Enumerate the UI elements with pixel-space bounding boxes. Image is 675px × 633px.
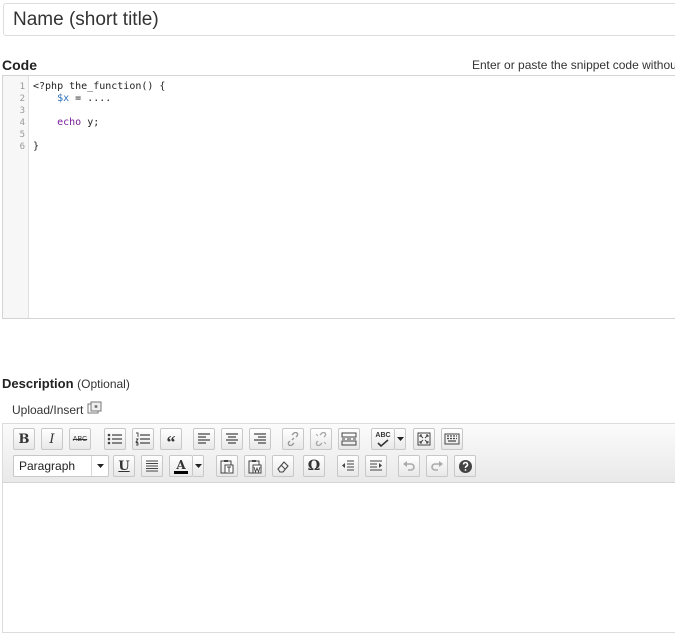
strikethrough-icon: ABC	[72, 435, 88, 443]
blockquote-icon: “	[166, 432, 176, 452]
align-right-icon	[254, 433, 266, 444]
align-right-button[interactable]	[249, 428, 271, 450]
editor-toolbar: B I ABC “ ABC Paragraph U A Ω	[3, 424, 675, 483]
line-number: 4	[19, 118, 25, 128]
spellcheck-label: ABC	[375, 431, 391, 439]
code-token: echo	[57, 117, 82, 128]
justify-icon	[146, 460, 158, 472]
add-media-icon	[87, 401, 103, 418]
toolbar-toggle-button[interactable]	[441, 428, 463, 450]
checkmark-icon	[377, 438, 389, 447]
fullscreen-button[interactable]	[413, 428, 435, 450]
redo-button[interactable]	[426, 455, 448, 477]
code-text-area[interactable]: <?php the_function() { $x = .... echo y;…	[33, 81, 165, 153]
justify-button[interactable]	[141, 455, 163, 477]
chevron-down-icon	[194, 464, 202, 468]
code-line: <?php the_function() {	[33, 81, 165, 93]
description-title: Description	[2, 376, 74, 391]
kitchen-sink-icon	[444, 433, 460, 445]
code-token: = ....	[69, 93, 112, 104]
line-number: 6	[19, 142, 25, 152]
line-number: 3	[19, 106, 25, 116]
clear-formatting-button[interactable]	[272, 455, 294, 477]
unlink-icon	[315, 432, 327, 446]
code-token: $x	[57, 93, 70, 104]
omega-icon: Ω	[307, 458, 321, 474]
paragraph-format-select[interactable]: Paragraph	[13, 455, 109, 477]
redo-icon	[431, 461, 443, 471]
line-number: 5	[19, 130, 25, 140]
bulleted-list-button[interactable]	[104, 428, 126, 450]
code-hint: Enter or paste the snippet code withou	[472, 58, 675, 72]
align-left-icon	[198, 433, 210, 444]
underline-icon: U	[118, 458, 130, 474]
link-icon	[287, 432, 299, 446]
snippet-title-input[interactable]	[3, 3, 675, 36]
unlink-button[interactable]	[310, 428, 332, 450]
fullscreen-icon	[417, 432, 431, 446]
description-label: Description (Optional)	[2, 376, 130, 391]
description-optional: (Optional)	[77, 377, 130, 391]
code-token: y;	[81, 117, 100, 128]
bulleted-list-icon	[107, 433, 122, 445]
outdent-button[interactable]	[337, 455, 359, 477]
help-icon	[458, 459, 472, 473]
paragraph-select-value: Paragraph	[19, 459, 76, 473]
upload-insert-button[interactable]: Upload/Insert	[12, 401, 103, 418]
chevron-down-icon	[91, 456, 108, 476]
numbered-list-icon	[135, 432, 150, 446]
insert-more-button[interactable]	[338, 428, 360, 450]
code-line: $x = ....	[33, 93, 165, 105]
read-more-icon	[341, 432, 357, 446]
code-line: echo y;	[33, 117, 165, 129]
bold-button[interactable]: B	[13, 428, 35, 450]
chevron-down-icon	[396, 437, 404, 441]
code-label: Code	[2, 57, 37, 73]
eraser-icon	[277, 461, 289, 473]
description-content-area[interactable]	[3, 483, 675, 632]
align-left-button[interactable]	[193, 428, 215, 450]
paste-text-button[interactable]	[216, 455, 238, 477]
undo-button[interactable]	[398, 455, 420, 477]
undo-icon	[403, 461, 415, 471]
align-center-icon	[226, 433, 238, 444]
line-number: 2	[19, 94, 25, 104]
paste-text-icon	[220, 459, 234, 473]
numbered-list-button[interactable]	[132, 428, 154, 450]
indent-icon	[370, 460, 382, 471]
spellcheck-dropdown[interactable]	[395, 428, 406, 450]
line-number: 1	[19, 82, 25, 92]
underline-button[interactable]: U	[113, 455, 135, 477]
description-editor: B I ABC “ ABC Paragraph U A Ω	[2, 423, 675, 633]
line-number-gutter: 1 2 3 4 5 6	[3, 76, 29, 318]
align-center-button[interactable]	[221, 428, 243, 450]
code-token: }	[33, 141, 40, 152]
blockquote-button[interactable]: “	[160, 428, 182, 452]
italic-button[interactable]: I	[41, 428, 63, 450]
text-color-swatch	[174, 470, 188, 474]
special-character-button[interactable]: Ω	[303, 455, 325, 477]
italic-icon: I	[49, 431, 55, 447]
code-editor[interactable]: 1 2 3 4 5 6 <?php the_function() { $x = .... …	[2, 75, 675, 319]
strikethrough-button[interactable]: ABC	[69, 428, 91, 450]
spellcheck-button[interactable]: ABC	[371, 428, 395, 450]
paste-word-button[interactable]	[244, 455, 266, 477]
insert-link-button[interactable]	[282, 428, 304, 450]
paste-word-icon	[248, 459, 262, 473]
help-button[interactable]	[454, 455, 476, 477]
text-color-icon: A	[176, 457, 186, 472]
code-token: <?php the_function() {	[33, 81, 166, 92]
code-line: }	[33, 141, 165, 153]
indent-button[interactable]	[365, 455, 387, 477]
text-color-dropdown[interactable]	[193, 455, 204, 477]
text-color-button[interactable]: A	[169, 455, 193, 477]
bold-icon: B	[18, 431, 30, 447]
upload-insert-label: Upload/Insert	[12, 402, 84, 417]
outdent-icon	[342, 460, 354, 471]
